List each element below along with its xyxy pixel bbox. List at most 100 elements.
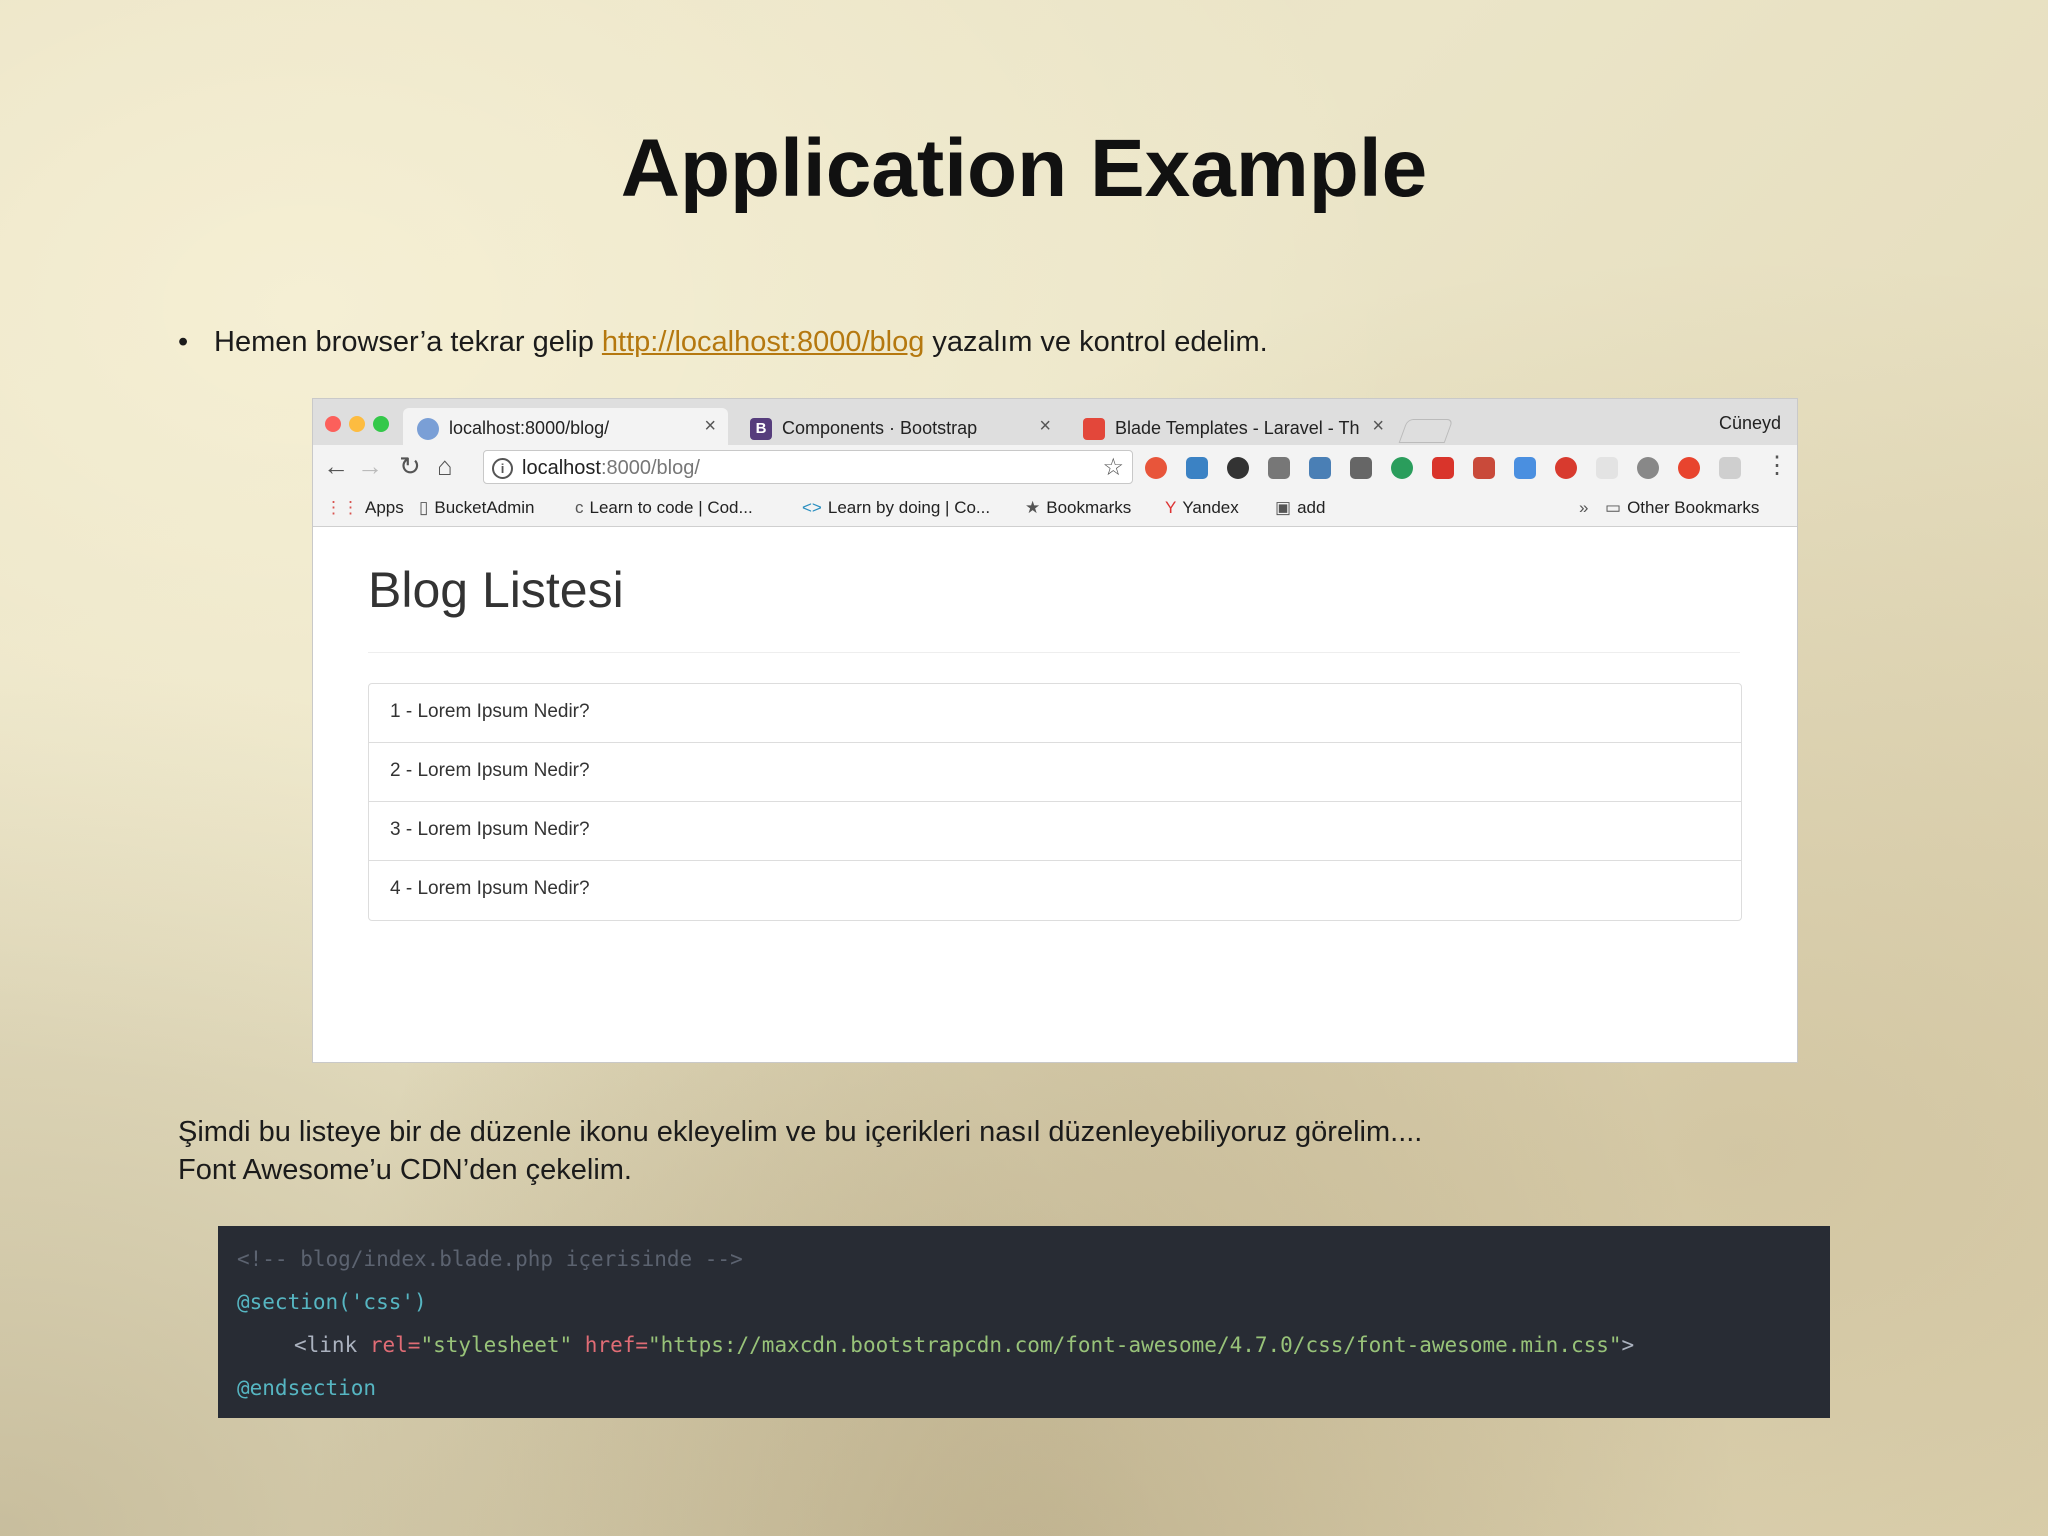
bookmark-page-icon: ▣ <box>1275 498 1292 517</box>
address-host: localhost <box>522 457 601 479</box>
tab-strip: localhost:8000/blog/ × B Components · Bo… <box>313 399 1797 445</box>
extension-icon[interactable] <box>1268 457 1290 479</box>
new-tab-button[interactable] <box>1398 419 1454 443</box>
code-comment: <!-- blog/index.blade.php içerisinde --> <box>237 1247 743 1271</box>
bookmark-add[interactable]: ▣ add <box>1275 498 1325 518</box>
list-item[interactable]: 4 - Lorem Ipsum Nedir? <box>369 861 1741 920</box>
extension-icon[interactable] <box>1514 457 1536 479</box>
list-item[interactable]: 1 - Lorem Ipsum Nedir? <box>369 684 1741 743</box>
tab-label: localhost:8000/blog/ <box>449 418 610 438</box>
address-text: localhost:8000/blog/ <box>522 457 700 480</box>
bullet-suffix: yazalım ve kontrol edelim. <box>924 326 1268 358</box>
extension-icon[interactable] <box>1596 457 1618 479</box>
extension-icon[interactable] <box>1227 457 1249 479</box>
laravel-icon <box>1083 418 1105 440</box>
bootstrap-icon: B <box>750 418 772 440</box>
list-item[interactable]: 2 - Lorem Ipsum Nedir? <box>369 743 1741 802</box>
bullet-dot: • <box>178 326 189 358</box>
bookmark-star-icon[interactable]: ☆ <box>1102 453 1124 482</box>
browser-toolbar: ← → ↻ ⌂ i localhost:8000/blog/ ☆ ⋮ <box>313 445 1797 488</box>
profile-name[interactable]: Cüneyd <box>1719 413 1781 434</box>
bookmark-label: BucketAdmin <box>434 498 535 517</box>
bookmark-label: Learn by doing | Co... <box>827 498 991 517</box>
code-block: <!-- blog/index.blade.php içerisinde -->… <box>218 1226 1830 1418</box>
bookmark-label: Yandex <box>1182 498 1239 517</box>
bookmark-bookmarks[interactable]: ★ Bookmarks <box>1025 498 1131 518</box>
address-bar[interactable]: i localhost:8000/blog/ ☆ <box>483 450 1133 484</box>
close-tab-icon[interactable]: × <box>704 415 716 438</box>
close-tab-icon[interactable]: × <box>1372 415 1384 438</box>
extension-icon[interactable] <box>1309 457 1331 479</box>
code-link-line: <link rel="stylesheet" href="https://max… <box>237 1324 1830 1367</box>
slide-title: Application Example <box>620 123 1428 214</box>
extension-icon[interactable] <box>1145 457 1167 479</box>
extension-icon[interactable] <box>1473 457 1495 479</box>
list-item[interactable]: 3 - Lorem Ipsum Nedir? <box>369 802 1741 861</box>
extension-icon[interactable] <box>1391 457 1413 479</box>
extension-icon[interactable] <box>1637 457 1659 479</box>
extension-icon[interactable] <box>1432 457 1454 479</box>
address-path: :8000/blog/ <box>600 457 700 479</box>
tab-label: Components · Bootstrap <box>782 418 978 438</box>
globe-icon <box>417 418 439 440</box>
code-token: "https://maxcdn.bootstrapcdn.com/font-aw… <box>648 1333 1622 1357</box>
tab-localhost[interactable]: localhost:8000/blog/ × <box>403 408 728 445</box>
bookmark-apps[interactable]: ⋮⋮ Apps <box>325 498 404 518</box>
bookmark-label: Bookmarks <box>1046 498 1132 517</box>
code-token: rel= <box>369 1333 421 1357</box>
cast-icon[interactable] <box>1350 457 1372 479</box>
code-section-open: @section('css') <box>237 1290 427 1314</box>
bookmark-label: Apps <box>365 498 404 517</box>
extension-icon[interactable] <box>1555 457 1577 479</box>
paragraph-line: Şimdi bu listeye bir de düzenle ikonu ek… <box>178 1116 1423 1148</box>
localhost-link[interactable]: http://localhost:8000/blog <box>602 326 924 358</box>
paragraph-line: Font Awesome’u CDN’den çekelim. <box>178 1154 632 1186</box>
bullet-text: • Hemen browser’a tekrar gelip http://loc… <box>178 326 1268 359</box>
code-brackets-icon: <> <box>802 498 822 517</box>
page-icon: ▯ <box>419 498 429 517</box>
heading-divider <box>368 652 1740 653</box>
bookmark-yandex[interactable]: Y Yandex <box>1165 498 1239 518</box>
extension-icon[interactable] <box>1719 457 1741 479</box>
blog-list: 1 - Lorem Ipsum Nedir? 2 - Lorem Ipsum N… <box>368 683 1742 921</box>
bookmark-bucketadmin[interactable]: ▯ BucketAdmin <box>419 498 535 518</box>
code-token: <link <box>294 1333 370 1357</box>
bookmark-label: Other Bookmarks <box>1627 498 1760 517</box>
bookmark-label: Learn to code | Cod... <box>589 498 753 517</box>
browser-window: localhost:8000/blog/ × B Components · Bo… <box>313 399 1797 1062</box>
close-window-button[interactable] <box>325 416 341 432</box>
extension-icon[interactable] <box>1678 457 1700 479</box>
tab-label: Blade Templates - Laravel - Th <box>1115 418 1360 438</box>
tab-laravel[interactable]: Blade Templates - Laravel - Th × <box>1069 408 1396 445</box>
code-token: > <box>1621 1333 1635 1357</box>
code-section-close: @endsection <box>237 1376 377 1400</box>
forward-icon[interactable]: → <box>357 451 383 482</box>
codecademy-icon: c <box>575 498 584 517</box>
folder-icon: ▭ <box>1605 498 1622 517</box>
yandex-icon: Y <box>1165 498 1177 517</box>
info-icon[interactable]: i <box>492 458 513 479</box>
bookmark-label: add <box>1297 498 1326 517</box>
minimize-window-button[interactable] <box>349 416 365 432</box>
menu-icon[interactable]: ⋮ <box>1765 451 1789 480</box>
home-icon[interactable]: ⌂ <box>437 451 453 482</box>
back-icon[interactable]: ← <box>323 451 349 482</box>
bookmarks-overflow-button[interactable]: » <box>1579 498 1588 518</box>
code-token: href= <box>572 1333 649 1357</box>
code-token: "stylesheet" <box>420 1333 573 1357</box>
reload-icon[interactable]: ↻ <box>399 451 421 482</box>
apps-grid-icon: ⋮⋮ <box>325 498 359 517</box>
bullet-prefix: Hemen browser’a tekrar gelip <box>214 326 602 358</box>
folder-extension-icon[interactable] <box>1186 457 1208 479</box>
bookmark-other-bookmarks[interactable]: ▭ Other Bookmarks <box>1605 498 1759 518</box>
blog-heading: Blog Listesi <box>368 562 624 618</box>
instruction-paragraph: Şimdi bu listeye bir de düzenle ikonu ek… <box>178 1113 1422 1189</box>
web-page: Blog Listesi 1 - Lorem Ipsum Nedir? 2 - … <box>313 527 1797 1062</box>
bookmark-learn-to-code[interactable]: c Learn to code | Cod... <box>575 498 753 518</box>
close-tab-icon[interactable]: × <box>1039 415 1051 438</box>
star-icon: ★ <box>1025 498 1041 517</box>
maximize-window-button[interactable] <box>373 416 389 432</box>
bookmark-learn-by-doing[interactable]: <> Learn by doing | Co... <box>802 498 990 518</box>
bookmarks-bar: ⋮⋮ Apps ▯ BucketAdmin c Learn to code | Cod… <box>313 488 1797 527</box>
tab-bootstrap[interactable]: B Components · Bootstrap × <box>736 408 1063 445</box>
